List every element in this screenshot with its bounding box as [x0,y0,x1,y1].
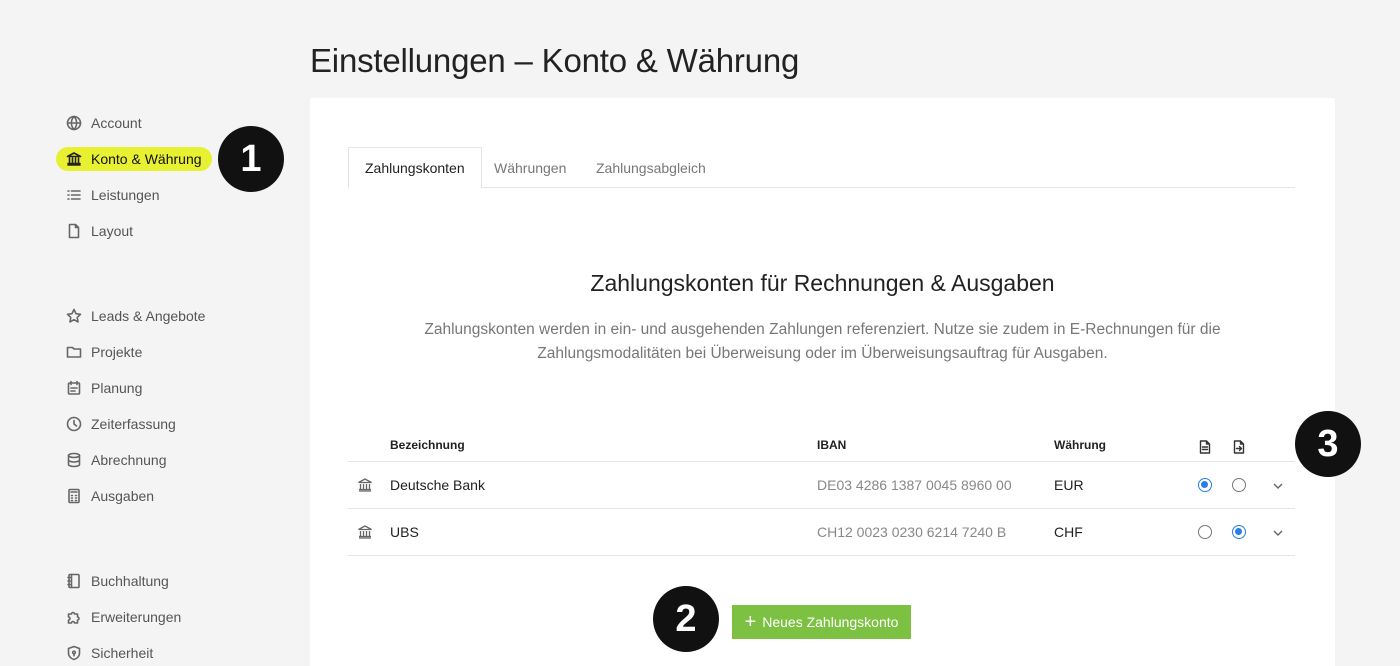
calculator-icon [66,488,82,504]
chevron-down-icon[interactable] [1272,526,1284,538]
sidebar-item-label: Projekte [91,344,143,360]
sidebar-item-label: Ausgaben [91,488,155,504]
sidebar-item-leads-angebote[interactable]: Leads & Angebote [56,304,215,328]
sidebar-item-leistungen[interactable]: Leistungen [56,183,170,207]
table-row[interactable]: Deutsche Bank DE03 4286 1387 0045 8960 0… [348,462,1295,509]
ledger-icon [66,573,82,589]
section-description: Zahlungskonten werden in ein- und ausgeh… [424,321,1221,362]
account-name: Deutsche Bank [390,477,485,493]
bank-icon [357,525,373,539]
sidebar-item-abrechnung[interactable]: Abrechnung [56,448,177,472]
tab-bar: Zahlungskonten Währungen Zahlungsabgleic… [348,147,1295,189]
document-icon [66,223,82,239]
folder-icon [66,344,82,360]
page-title: Einstellungen – Konto & Währung [310,42,800,79]
puzzle-icon [66,609,82,625]
sidebar-item-account[interactable]: Account [56,111,152,135]
globe-icon [66,115,82,131]
default-expense-radio[interactable] [1232,478,1246,492]
clock-icon [66,416,82,432]
column-header-name: Bezeichnung [390,438,465,452]
section-title: Zahlungskonten für Rechnungen & Ausgaben [590,270,1055,296]
sidebar-item-planung[interactable]: Planung [56,376,152,400]
calendar-icon [66,380,82,396]
sidebar-item-sicherheit[interactable]: Sicherheit [56,641,163,665]
sidebar-item-konto-waehrung[interactable]: Konto & Währung [56,147,212,171]
tab-zahlungskonten[interactable]: Zahlungskonten [348,147,482,189]
account-currency: CHF [1054,524,1083,540]
payment-accounts-table: Bezeichnung IBAN Währung Deutsche Bank D… [348,428,1295,556]
sidebar-item-ausgaben[interactable]: Ausgaben [56,484,164,508]
sidebar-item-projekte[interactable]: Projekte [56,340,152,364]
default-expense-radio[interactable] [1232,525,1246,539]
database-icon [66,452,82,468]
column-header-currency: Währung [1054,438,1106,452]
sidebar-item-label: Erweiterungen [91,609,182,625]
tab-waehrungen[interactable]: Währungen [478,147,582,188]
sidebar-item-label: Planung [91,380,143,396]
sidebar-item-zeiterfassung[interactable]: Zeiterfassung [56,412,186,436]
tab-zahlungsabgleich[interactable]: Zahlungsabgleich [580,147,722,188]
expense-document-icon [1233,440,1245,454]
bank-icon [357,478,373,492]
column-header-iban: IBAN [817,438,847,452]
table-row[interactable]: UBS CH12 0023 0230 6214 7240 B CHF [348,509,1295,556]
default-invoice-radio[interactable] [1198,525,1212,539]
bank-icon [66,151,82,167]
account-currency: EUR [1054,477,1084,493]
add-button-label: Neues Zahlungskonto [762,614,899,630]
star-icon [66,308,82,324]
invoice-document-icon [1199,440,1211,454]
sidebar-item-label: Leistungen [91,187,160,203]
account-iban: DE03 4286 1387 0045 8960 00 [817,477,1012,493]
sidebar-item-label: Konto & Währung [91,151,202,167]
add-payment-account-button[interactable]: + Neues Zahlungskonto [732,605,911,639]
list-icon [66,187,82,203]
sidebar-item-buchhaltung[interactable]: Buchhaltung [56,569,179,593]
sidebar-item-label: Leads & Angebote [91,308,206,324]
sidebar-item-label: Account [91,115,142,131]
sidebar-item-label: Zeiterfassung [91,416,176,432]
plus-icon: + [744,611,757,633]
sidebar-item-label: Sicherheit [91,645,154,661]
sidebar-item-label: Buchhaltung [91,573,169,589]
sidebar-item-layout[interactable]: Layout [56,219,143,243]
chevron-down-icon[interactable] [1272,479,1284,491]
settings-panel: Zahlungskonten Währungen Zahlungsabgleic… [310,98,1335,666]
table-header: Bezeichnung IBAN Währung [348,428,1295,462]
step-marker-3: 3 [1295,411,1361,477]
default-invoice-radio[interactable] [1198,478,1212,492]
step-marker-2: 2 [653,586,719,652]
step-marker-1: 1 [218,126,284,192]
sidebar-item-label: Abrechnung [91,452,167,468]
account-iban: CH12 0023 0230 6214 7240 B [817,524,1007,540]
sidebar-item-erweiterungen[interactable]: Erweiterungen [56,605,191,629]
sidebar-item-label: Layout [91,223,134,239]
account-name: UBS [390,524,419,540]
shield-icon [66,645,82,661]
